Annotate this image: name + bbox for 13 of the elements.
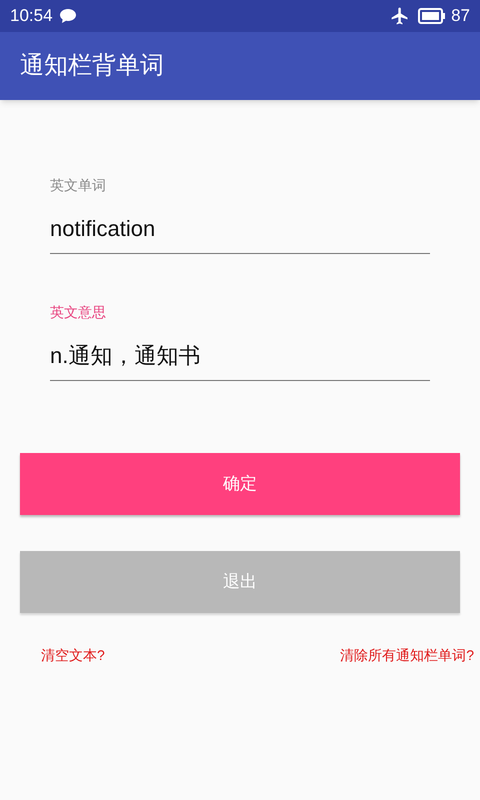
text-input-field[interactable]: n.通知，通知书 <box>50 337 430 381</box>
chat-bubble-icon <box>58 8 77 24</box>
text-link[interactable]: 清除所有通知栏单词? <box>340 645 474 666</box>
battery-icon <box>418 8 446 24</box>
text-link[interactable]: 清空文本? <box>41 645 105 666</box>
app-title: 通知栏背单词 <box>20 51 164 81</box>
confirm-button[interactable]: 确定 <box>20 453 460 515</box>
text-input-field[interactable]: notification <box>50 210 430 254</box>
field-label: 英文意思 <box>50 303 107 322</box>
airplane-icon <box>390 6 410 26</box>
status-time: 10:54 <box>10 5 53 28</box>
field-label: 英文单词 <box>50 176 107 195</box>
battery-percentage: 87 <box>451 5 470 28</box>
